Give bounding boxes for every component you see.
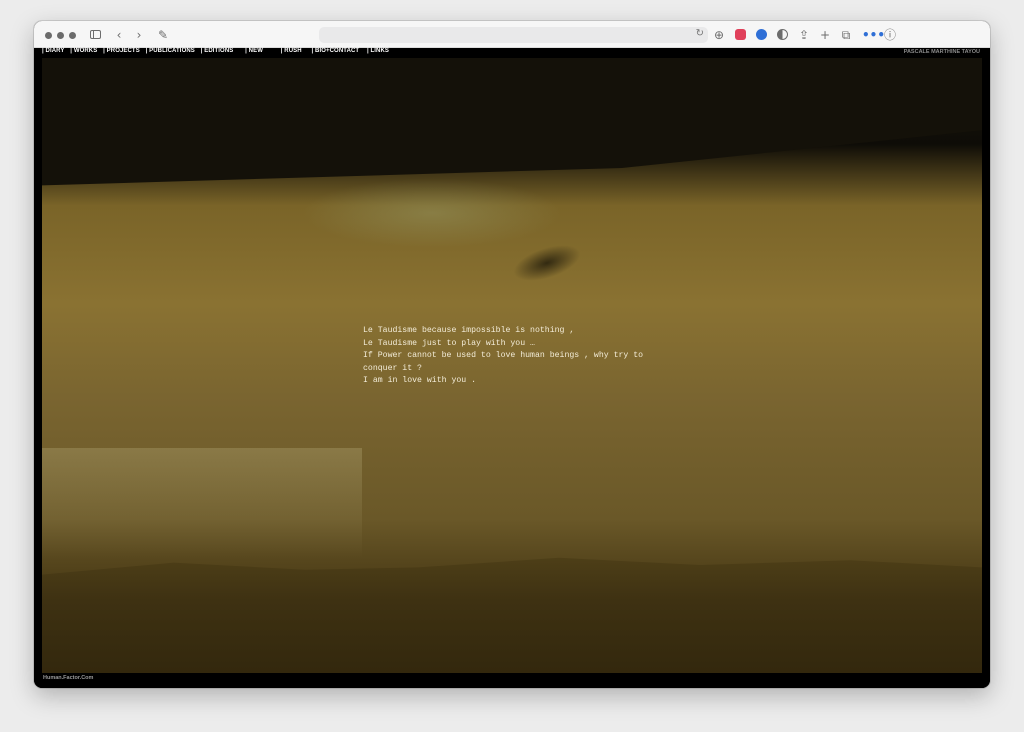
reload-icon[interactable]: ↻: [696, 28, 704, 39]
browser-toolbar: ‹ › ✎ ↻ ⊕ ⇪ + ⧉ ••• ⓘ: [34, 21, 990, 48]
tabs-icon[interactable]: ⧉: [839, 28, 853, 42]
poem-line: conquer it ?: [363, 363, 422, 373]
poem-line: Le Taudisme just to play with you …: [363, 338, 535, 348]
pocket-icon[interactable]: [735, 29, 746, 40]
nav-item-diary[interactable]: | DIARY: [42, 48, 65, 54]
info-icon[interactable]: ⓘ: [883, 28, 897, 42]
site-title: PASCALE MARTHINE TAYOU: [903, 49, 980, 55]
extension-icon[interactable]: •••: [862, 28, 885, 42]
nav-item-rush[interactable]: | RUSH: [281, 48, 302, 54]
hills-landscape: [42, 557, 982, 673]
back-icon[interactable]: ‹: [112, 28, 126, 42]
dark-sky: [42, 58, 982, 186]
nav-item-projects[interactable]: | PROJECTS: [103, 48, 140, 54]
sidebar-icon[interactable]: [90, 30, 101, 39]
share-icon[interactable]: ⇪: [797, 28, 811, 42]
reader-icon[interactable]: [777, 29, 788, 40]
footer-label: Human.Factor.Com: [43, 675, 94, 681]
light-rays: [42, 448, 362, 558]
plus-icon[interactable]: +: [818, 28, 832, 42]
nav-item-editions[interactable]: | EDITIONS: [201, 48, 234, 54]
browser-window: ‹ › ✎ ↻ ⊕ ⇪ + ⧉ ••• ⓘ | DIARY | WORKS | …: [34, 21, 990, 688]
close-window-icon[interactable]: [45, 32, 52, 39]
tab-overview-icon[interactable]: ✎: [156, 28, 170, 42]
nav-item-bio-contact[interactable]: | BIO+CONTACT: [312, 48, 360, 54]
forward-icon[interactable]: ›: [132, 28, 146, 42]
poem-line: I am in love with you .: [363, 376, 477, 386]
download-icon[interactable]: ⊕: [712, 28, 726, 42]
poem-line: If Power cannot be used to love human be…: [363, 351, 644, 361]
web-page: | DIARY | WORKS | PROJECTS | PUBLICATION…: [34, 48, 990, 688]
nav-item-publications[interactable]: | PUBLICATIONS: [146, 48, 195, 54]
poem-line: Le Taudisme because impossible is nothin…: [363, 326, 575, 335]
address-bar[interactable]: ↻: [319, 27, 708, 43]
poem-text: Le Taudisme because impossible is nothin…: [363, 325, 663, 388]
password-icon[interactable]: [756, 29, 767, 40]
sky-glow: [302, 178, 562, 248]
nav-item-new[interactable]: | NEW: [245, 48, 263, 54]
nav-item-links[interactable]: | LINKS: [367, 48, 389, 54]
minimize-window-icon[interactable]: [57, 32, 64, 39]
zoom-window-icon[interactable]: [69, 32, 76, 39]
nav-item-works[interactable]: | WORKS: [70, 48, 97, 54]
site-navigation: | DIARY | WORKS | PROJECTS | PUBLICATION…: [42, 48, 393, 58]
